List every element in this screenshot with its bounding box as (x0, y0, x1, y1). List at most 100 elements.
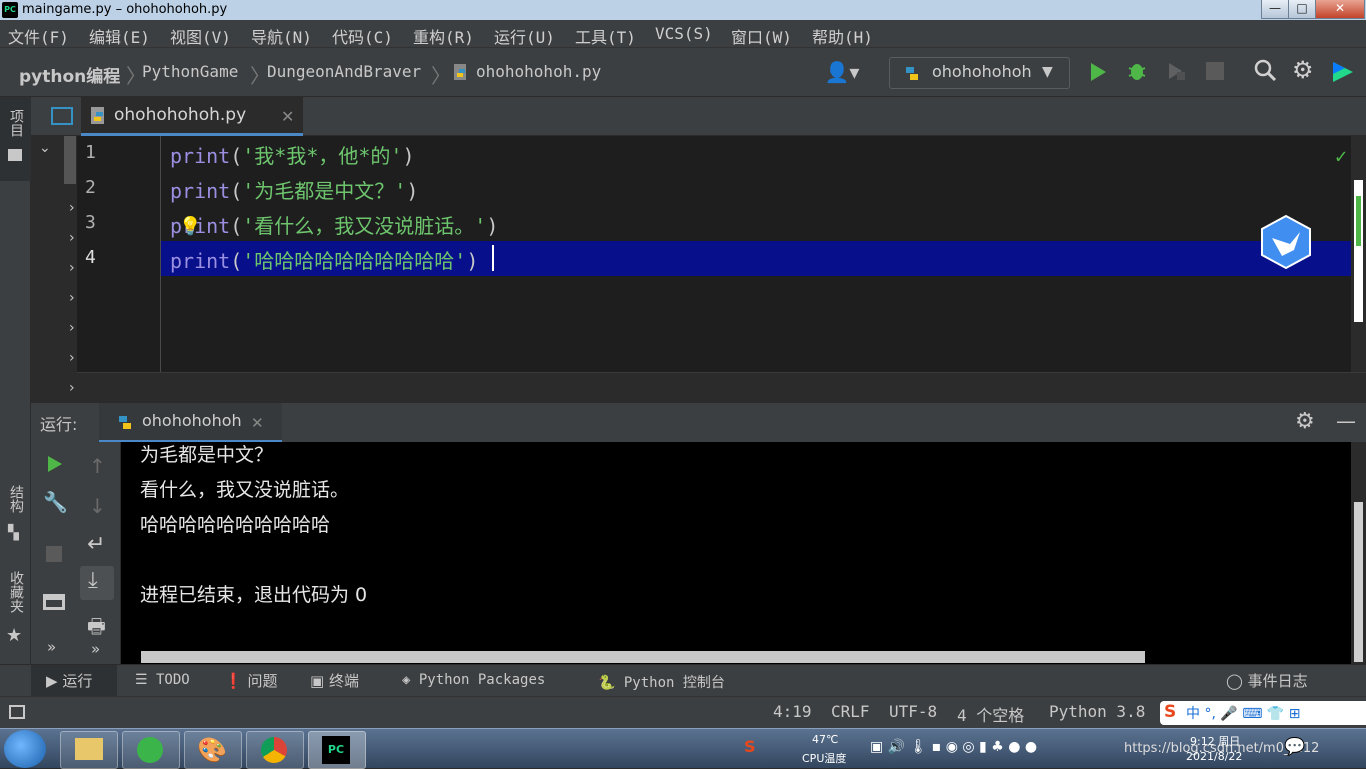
chevron-right-icon[interactable]: › (69, 230, 75, 246)
coverage-icon[interactable] (1165, 60, 1187, 82)
menu-code[interactable]: 代码(C) (332, 24, 393, 48)
fold-scroll-thumb[interactable] (64, 136, 76, 184)
code-editor[interactable]: 1 2 3 4 print('我*我*，他*的') print('为毛都是中文？… (77, 136, 1351, 372)
minimize-button[interactable]: — (1261, 0, 1289, 19)
more-icon[interactable]: » (47, 638, 56, 656)
indent-setting[interactable]: 4 个空格 (957, 702, 1024, 726)
scroll-thumb[interactable] (1354, 502, 1363, 662)
toggle-tool-windows-icon[interactable] (9, 705, 25, 719)
close-tab-icon[interactable]: ✕ (281, 107, 294, 126)
project-view-icon[interactable] (51, 107, 73, 125)
chevron-right-icon[interactable]: › (69, 290, 75, 306)
user-icon[interactable]: 👤▾ (822, 60, 862, 84)
run-panel-header: 运行: ohohohohoh ✕ ⚙ — (31, 402, 1366, 443)
chevron-down-icon[interactable]: ⌄ (39, 140, 51, 156)
menu-refactor[interactable]: 重构(R) (413, 24, 474, 48)
stop-icon[interactable] (46, 546, 62, 562)
breadcrumb-project[interactable]: python编程 (19, 62, 120, 87)
line-separator[interactable]: CRLF (831, 702, 870, 721)
warning-circle-icon: ❗ (224, 672, 243, 690)
menu-window[interactable]: 窗口(W) (731, 24, 792, 48)
favorites-tool-tab[interactable]: 收藏夹 (4, 571, 26, 613)
chevron-right-icon[interactable]: › (69, 320, 75, 336)
menu-edit[interactable]: 编辑(E) (89, 24, 150, 48)
editor-tab-active[interactable]: ohohohohoh.py ✕ (81, 97, 303, 136)
chevron-right-icon[interactable]: › (69, 200, 75, 216)
chevron-right-icon[interactable]: › (69, 350, 75, 366)
notification-icon[interactable]: 💬 (1284, 737, 1305, 757)
jetbrains-toolbox-icon[interactable] (1331, 60, 1355, 84)
run-icon[interactable] (1088, 62, 1108, 82)
todo-tool-tab[interactable]: ☰ TODO (135, 672, 190, 688)
project-tool-tab[interactable]: 项目 (4, 109, 26, 137)
chevron-right-icon[interactable]: › (69, 260, 75, 276)
taskbar-explorer[interactable] (60, 731, 118, 769)
code-line[interactable]: print('哈哈哈哈哈哈哈哈哈哈') (170, 245, 478, 274)
taskbar-chrome[interactable] (246, 731, 304, 769)
event-log-tool-tab[interactable]: ◯ 事件日志 (1226, 670, 1308, 691)
stop-icon[interactable] (1206, 62, 1224, 80)
console-horizontal-scrollbar[interactable] (141, 651, 1145, 663)
breadcrumb-subfolder[interactable]: DungeonAndBraver (267, 62, 421, 81)
rerun-icon[interactable] (46, 454, 66, 474)
folder-icon (8, 149, 22, 161)
lightbulb-icon[interactable]: 💡 (179, 216, 201, 237)
taskbar-pycharm[interactable]: PC (308, 731, 366, 769)
debug-icon[interactable] (1126, 60, 1148, 82)
menu-help[interactable]: 帮助(H) (812, 24, 873, 48)
floating-bird-icon[interactable] (1260, 214, 1312, 270)
breadcrumb-folder[interactable]: PythonGame (142, 62, 238, 81)
python-packages-tool-tab[interactable]: ◈ Python Packages (402, 672, 545, 688)
python-packages-tool-tab-label: Python Packages (418, 672, 546, 688)
clock-date[interactable]: 2021/8/22 (1186, 750, 1242, 763)
structure-tool-tab[interactable]: 结构 (4, 485, 26, 513)
chevron-right-icon[interactable]: › (69, 380, 75, 396)
star-icon: ★ (6, 625, 23, 646)
soft-wrap-icon[interactable]: ↵ (87, 532, 105, 557)
menu-navigate[interactable]: 导航(N) (251, 24, 312, 48)
code-line[interactable]: print('看什么，我又没说脏话。') (170, 210, 498, 239)
menu-vcs[interactable]: VCS(S) (655, 24, 713, 43)
code-line[interactable]: print('为毛都是中文？') (170, 175, 418, 204)
file-encoding[interactable]: UTF-8 (889, 702, 937, 721)
list-icon: ☰ (135, 672, 148, 688)
window-title: maingame.py – ohohohohoh.py (22, 2, 228, 17)
clock-time[interactable]: 9:12 周日 (1190, 733, 1240, 749)
menu-run[interactable]: 运行(U) (494, 24, 555, 48)
editor-vertical-scrollbar[interactable] (1351, 136, 1366, 372)
interpreter[interactable]: Python 3.8 (1049, 702, 1145, 721)
search-icon[interactable] (1253, 58, 1277, 88)
arrow-down-icon[interactable]: ↓ (89, 494, 106, 518)
hide-panel-icon[interactable]: — (1336, 409, 1356, 433)
problems-tool-tab[interactable]: ❗ 问题 (224, 670, 277, 691)
sogou-tray-icon[interactable]: S (744, 737, 756, 756)
layout-icon[interactable] (43, 594, 65, 610)
menu-tools[interactable]: 工具(T) (575, 24, 636, 48)
maximize-button[interactable]: □ (1288, 0, 1316, 19)
close-tab-icon[interactable]: ✕ (251, 414, 264, 432)
caret-position[interactable]: 4:19 (773, 702, 812, 721)
arrow-up-icon[interactable]: ↑ (89, 454, 106, 478)
taskbar-paint[interactable]: 🎨 (184, 731, 242, 769)
console-vertical-scrollbar[interactable] (1351, 442, 1366, 664)
terminal-tool-tab[interactable]: ▣ 终端 (310, 670, 359, 691)
start-button[interactable] (4, 730, 46, 768)
ime-toolbar[interactable]: S 中 °, 🎤 ⌨ 👕 ⊞ (1160, 701, 1366, 725)
more-icon[interactable]: » (91, 640, 100, 658)
wrench-icon[interactable]: 🔧 (43, 490, 68, 514)
run-tool-tab[interactable]: ▶ 运行 (46, 670, 92, 691)
menu-view[interactable]: 视图(V) (170, 24, 231, 48)
taskbar-app-green[interactable] (122, 731, 180, 769)
code-line[interactable]: print('我*我*，他*的') (170, 140, 415, 169)
run-tab-active[interactable]: ohohohohoh ✕ (99, 403, 282, 443)
paren: ) (466, 249, 479, 273)
run-config-selector[interactable]: ohohohohoh ▼ (889, 57, 1070, 89)
settings-gear-icon[interactable]: ⚙ (1295, 409, 1315, 434)
settings-gear-icon[interactable]: ⚙ (1292, 56, 1314, 84)
python-console-tool-tab[interactable]: 🐍 Python 控制台 (598, 672, 725, 692)
tray-icons[interactable]: ▣ 🔊 🌡 ▪ ◉ ◎ ▮ ♣ ● ● (870, 739, 1037, 755)
close-button[interactable]: ✕ (1315, 0, 1365, 19)
breadcrumb-file[interactable]: ohohohohoh.py (476, 62, 601, 81)
menu-file[interactable]: 文件(F) (8, 24, 69, 48)
run-console-output[interactable]: 为毛都是中文？ 看什么，我又没说脏话。 哈哈哈哈哈哈哈哈哈哈 进程已结束，退出代… (121, 442, 1351, 664)
